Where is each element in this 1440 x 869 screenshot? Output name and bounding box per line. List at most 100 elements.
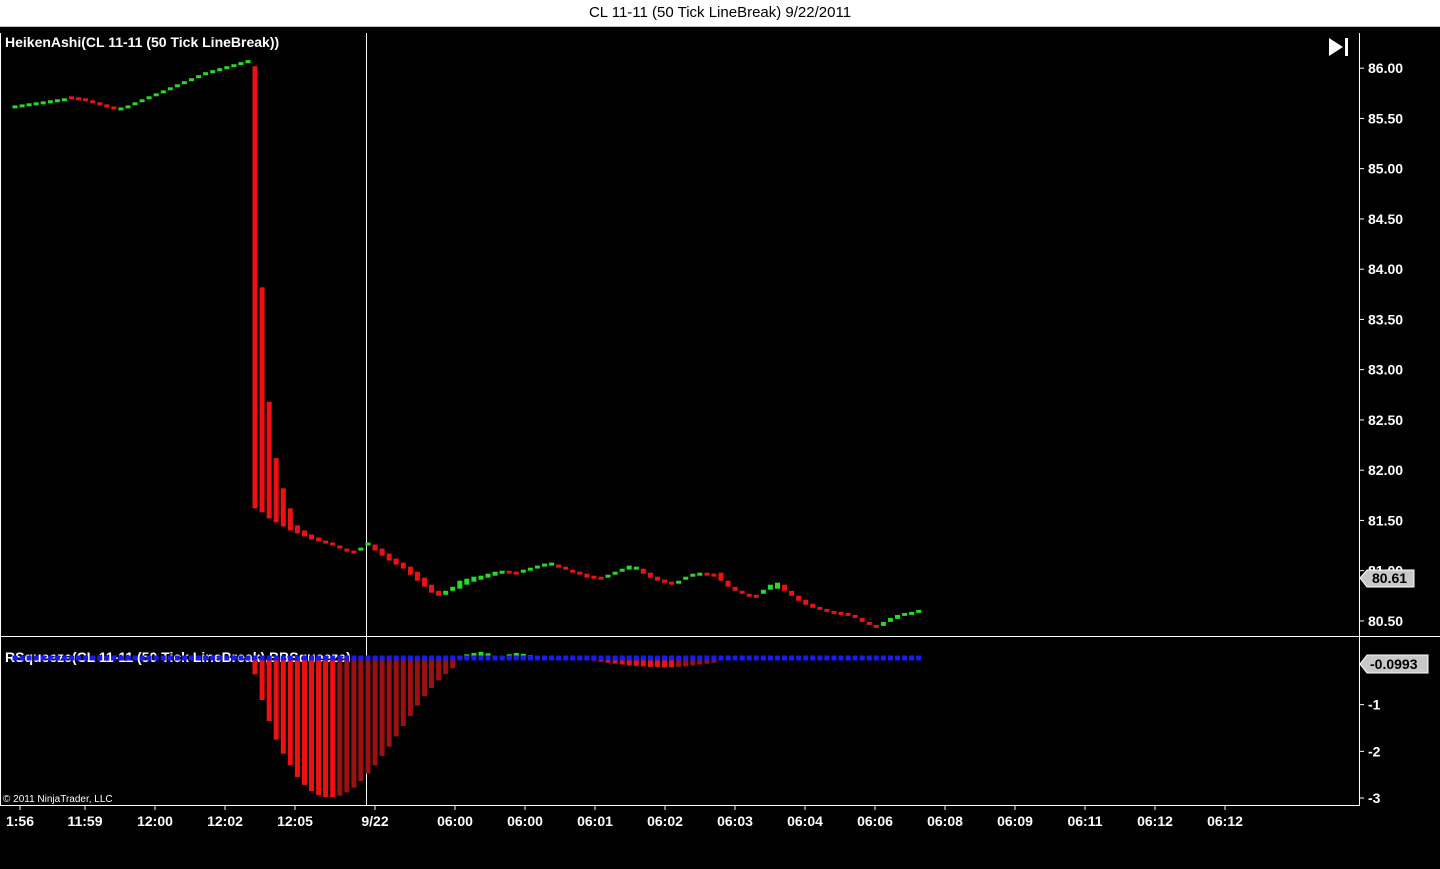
price-bar (887, 617, 893, 622)
x-tick-label: 12:02 (207, 813, 243, 829)
squeeze-dot (831, 655, 837, 661)
price-bar (471, 576, 477, 582)
squeeze-dot (887, 655, 893, 661)
price-bar (196, 75, 202, 79)
price-bar (323, 540, 329, 544)
price-bar (697, 572, 703, 576)
price-bar (605, 574, 611, 578)
squeeze-dot (690, 655, 696, 661)
squeeze-bar (400, 658, 406, 727)
price-bar (499, 570, 505, 574)
squeeze-dot (513, 655, 519, 661)
price-bar (316, 537, 322, 542)
squeeze-dot (739, 655, 745, 661)
squeeze-dot (753, 655, 759, 661)
panel-frame (0, 33, 1440, 806)
squeeze-dot (302, 655, 307, 661)
price-bar (125, 105, 131, 109)
x-tick-label: 06:01 (577, 813, 613, 829)
squeeze-dot (718, 655, 724, 661)
price-bar (753, 594, 759, 598)
squeeze-dot (111, 655, 117, 661)
price-bar (782, 584, 787, 591)
price-bar (259, 287, 265, 513)
chart-canvas[interactable]: HeikenAshi(CL 11-11 (50 Tick LineBreak))… (0, 0, 1440, 869)
price-bar (655, 576, 660, 581)
squeeze-dot (697, 655, 703, 661)
price-bar (527, 567, 533, 571)
x-tick-label: 1:56 (6, 813, 34, 829)
last-squeeze-marker: -0.0993 (1359, 654, 1429, 674)
y-tick-label: 81.50 (1368, 512, 1403, 528)
price-bar (76, 97, 81, 101)
price-bar (902, 612, 908, 616)
squeeze-dot (181, 655, 187, 661)
skip-to-end-icon[interactable] (1329, 38, 1348, 56)
price-bar (40, 101, 46, 105)
price-bar (556, 564, 562, 568)
squeeze-dot (464, 655, 470, 661)
price-bar (393, 558, 399, 565)
price-bar (789, 590, 795, 596)
price-bar (718, 572, 724, 581)
squeeze-dot (598, 655, 604, 661)
squeeze-dot (160, 655, 166, 661)
squeeze-dot (26, 655, 32, 661)
squeeze-dot (224, 655, 230, 661)
squeeze-dot (676, 655, 682, 661)
squeeze-dot (542, 655, 547, 661)
squeeze-dot (47, 655, 53, 661)
price-bar (422, 577, 427, 587)
price-bar (167, 87, 173, 91)
price-bar (372, 544, 378, 551)
price-bar (852, 614, 858, 618)
squeeze-dot (880, 655, 886, 661)
squeeze-dot (612, 655, 618, 661)
price-bar (450, 586, 456, 591)
x-tick-label: 11:59 (67, 813, 102, 829)
y-tick-label: -1 (1368, 697, 1381, 713)
squeeze-dot (909, 655, 915, 661)
squeeze-dot (287, 655, 293, 661)
squeeze-dot (838, 655, 844, 661)
squeeze-dot (683, 655, 689, 661)
price-bar (570, 569, 576, 573)
squeeze-dot (118, 655, 124, 661)
price-bar (775, 582, 780, 589)
price-bar (252, 66, 258, 509)
y-tick-label: 82.00 (1368, 462, 1403, 478)
squeeze-dot (655, 655, 660, 661)
price-bar (640, 568, 646, 574)
squeeze-dot (902, 655, 908, 661)
last-price-marker: 80.61 (1359, 569, 1415, 588)
squeeze-dot (767, 655, 773, 661)
price-bar (273, 458, 279, 523)
x-tick-label: 06:06 (857, 813, 893, 829)
squeeze-dot (662, 655, 667, 661)
price-bar (365, 542, 371, 546)
squeeze-dot (873, 655, 879, 661)
price-bar (866, 621, 872, 625)
squeeze-dot (330, 655, 336, 661)
price-bar (845, 612, 851, 616)
squeeze-dot (810, 655, 816, 661)
squeeze-dot (577, 655, 583, 661)
squeeze-dot (400, 655, 406, 661)
squeeze-dot (61, 655, 67, 661)
last-price-label: 80.61 (1372, 570, 1407, 586)
price-bar (633, 566, 639, 570)
squeeze-bar (344, 658, 350, 793)
squeeze-dot (273, 655, 279, 661)
x-tick-label: 06:00 (507, 813, 543, 829)
price-bars (12, 60, 922, 628)
y-tick-label: 82.50 (1368, 412, 1403, 428)
price-bar (118, 107, 124, 111)
squeeze-bar (407, 658, 413, 716)
squeeze-dot (69, 655, 74, 661)
price-bar (725, 580, 731, 587)
squeeze-dot (817, 655, 823, 661)
squeeze-bar (266, 658, 272, 721)
squeeze-dot (895, 655, 900, 661)
squeeze-bar (422, 658, 427, 697)
squeeze-dot (104, 655, 110, 661)
